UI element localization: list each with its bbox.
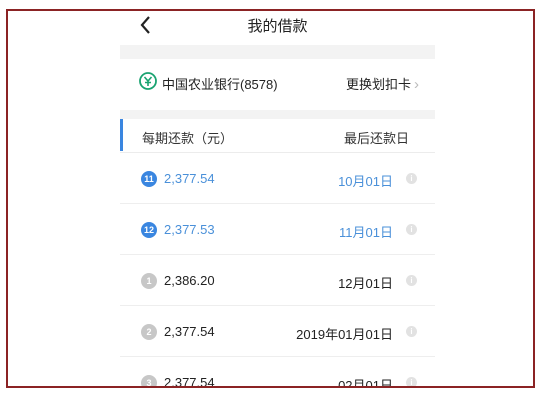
screenshot-frame: 我的借款 中国农业银行(8578) 更换划扣卡 › 每期还款（元） 最后还款日 1… [6,9,535,388]
bank-card-row[interactable]: 中国农业银行(8578) 更换划扣卡 › [120,59,435,110]
table-row[interactable]: 2 2,377.54 2019年01月01日 i [120,306,435,357]
period-number-badge: 12 [141,222,157,238]
table-row[interactable]: 3 2,377.54 02月01日 i [120,357,435,388]
repayment-amount: 2,377.54 [164,324,215,339]
table-row[interactable]: 11 2,377.54 10月01日 i [120,153,435,204]
change-card-link[interactable]: 更换划扣卡 › [346,74,419,93]
loan-panel: 我的借款 中国农业银行(8578) 更换划扣卡 › 每期还款（元） 最后还款日 1… [120,11,435,388]
repayment-amount: 2,377.54 [164,171,215,186]
header-accent-bar [120,119,123,151]
repayment-amount: 2,377.53 [164,222,215,237]
table-header: 每期还款（元） 最后还款日 [120,119,435,153]
section-divider [120,110,435,119]
section-divider [120,45,435,59]
due-date: 10月01日 [338,174,393,189]
repayment-amount: 2,386.20 [164,273,215,288]
due-date: 11月01日 [339,225,393,240]
chevron-right-icon: › [414,76,419,93]
info-icon[interactable]: i [406,377,417,386]
column-header-amount: 每期还款（元） [142,131,234,146]
period-number-badge: 11 [141,171,157,187]
period-number-badge: 1 [141,273,157,289]
info-icon[interactable]: i [406,326,417,337]
table-row[interactable]: 1 2,386.20 12月01日 i [120,255,435,306]
page-title: 我的借款 [247,18,308,35]
table-row[interactable]: 12 2,377.53 11月01日 i [120,204,435,255]
repayment-amount: 2,377.54 [164,375,215,388]
top-bar: 我的借款 [120,11,435,45]
period-number-badge: 3 [141,375,157,386]
bank-name: 中国农业银行(8578) [162,77,278,92]
info-icon[interactable]: i [406,275,417,286]
due-date: 2019年01月01日 [296,327,393,342]
column-header-date: 最后还款日 [343,131,409,146]
due-date: 02月01日 [338,378,393,388]
period-number-badge: 2 [141,324,157,340]
abc-bank-logo-icon [139,72,157,90]
info-icon[interactable]: i [406,173,417,184]
info-icon[interactable]: i [406,224,417,235]
change-card-label: 更换划扣卡 [345,77,411,92]
due-date: 12月01日 [338,276,393,291]
